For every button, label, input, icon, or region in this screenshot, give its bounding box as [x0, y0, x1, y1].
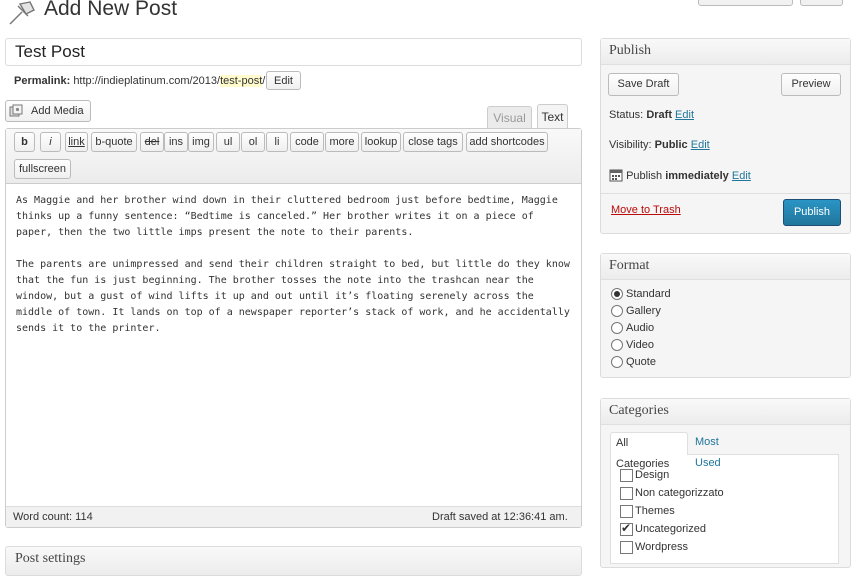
category-checkbox-wordpress[interactable] [620, 541, 633, 554]
category-checkbox-design[interactable] [620, 469, 633, 482]
status-edit-link[interactable]: Edit [675, 109, 694, 121]
editor-paragraph: The parents are unimpressed and send the… [16, 259, 570, 334]
qt-italic-button[interactable]: i [40, 132, 61, 152]
qt-ol-button[interactable]: ol [241, 132, 265, 152]
category-checkbox-non-categorizzato[interactable] [620, 487, 633, 500]
save-draft-button[interactable]: Save Draft [608, 73, 679, 96]
screen-options-button[interactable] [698, 0, 793, 6]
format-radio-quote[interactable] [611, 356, 623, 368]
category-label: Design [635, 469, 670, 481]
permalink-trail: / [262, 75, 266, 87]
qt-li-button[interactable]: li [266, 132, 288, 152]
permalink-base: http://indieplatinum.com/2013/ [73, 75, 221, 87]
category-label: Themes [635, 505, 675, 517]
post-settings-title: Post settings [15, 551, 86, 566]
schedule-label: Publish [626, 170, 663, 182]
permalink-edit-button[interactable]: Edit [266, 71, 301, 90]
publish-actions-divider [601, 193, 850, 194]
schedule-value: immediately [665, 170, 729, 182]
permalink-label: Permalink: [14, 75, 71, 87]
tab-all-categories[interactable]: All Categories [610, 432, 688, 470]
qt-blockquote-button[interactable]: b-quote [91, 132, 137, 152]
format-label-quote: Quote [626, 356, 656, 368]
category-label: Non categorizzato [635, 487, 724, 499]
format-label-video: Video [626, 339, 654, 351]
qt-ul-button[interactable]: ul [216, 132, 240, 152]
tab-text[interactable]: Text [537, 104, 568, 128]
calendar-icon [609, 169, 623, 182]
media-icon [9, 104, 23, 117]
qt-add-shortcodes-button[interactable]: add shortcodes [466, 132, 548, 152]
permalink-slug[interactable]: test-post [220, 75, 263, 87]
category-label: Wordpress [635, 541, 688, 553]
post-settings-box[interactable] [5, 546, 582, 576]
qt-fullscreen-button[interactable]: fullscreen [14, 159, 71, 179]
tab-most-used[interactable]: Most Used [690, 432, 750, 469]
qt-del-button[interactable]: del [140, 132, 164, 152]
page-title: Add New Post [44, 0, 178, 20]
category-label: Uncategorized [635, 523, 706, 535]
category-checkbox-uncategorized[interactable] [620, 521, 633, 536]
qt-code-button[interactable]: code [290, 132, 324, 152]
help-button[interactable] [800, 0, 843, 6]
format-label-gallery: Gallery [626, 305, 661, 317]
qt-lookup-button[interactable]: lookup [361, 132, 401, 152]
format-radio-audio[interactable] [611, 322, 623, 334]
status-label: Status: [609, 109, 644, 121]
publish-button[interactable]: Publish [783, 199, 841, 226]
pushpin-icon [9, 1, 35, 25]
schedule-edit-link[interactable]: Edit [732, 170, 751, 182]
publish-box-title: Publish [609, 43, 652, 58]
post-title-input[interactable]: Test Post [5, 38, 582, 66]
quicktags-toolbar: b i link b-quote del ins img ul ol li co… [6, 129, 581, 184]
draft-saved-status: Draft saved at 12:36:41 am. [432, 511, 568, 523]
status-value: Draft [646, 109, 672, 121]
category-checkbox-themes[interactable] [620, 505, 633, 518]
schedule-row: Publish immediately Edit [609, 168, 751, 182]
format-radio-gallery[interactable] [611, 305, 623, 317]
format-radio-video[interactable] [611, 339, 623, 351]
tab-visual[interactable]: Visual [487, 106, 532, 128]
qt-link-button[interactable]: link [65, 132, 88, 152]
format-label-standard: Standard [626, 288, 671, 300]
format-radio-standard[interactable] [611, 288, 623, 300]
status-row: Status: Draft Edit [609, 109, 694, 121]
format-label-audio: Audio [626, 322, 655, 334]
format-box-title: Format [609, 258, 650, 273]
permalink: Permalink: http://indieplatinum.com/2013… [14, 74, 265, 88]
editor-textarea[interactable]: As Maggie and her brother wind down in t… [16, 193, 571, 353]
qt-close-tags-button[interactable]: close tags [403, 132, 463, 152]
word-count: Word count: 114 [13, 511, 93, 523]
editor-paragraph: As Maggie and her brother wind down in t… [16, 195, 558, 238]
categories-box-title: Categories [609, 403, 669, 418]
visibility-edit-link[interactable]: Edit [691, 139, 710, 151]
visibility-value: Public [654, 139, 688, 151]
move-to-trash-link[interactable]: Move to Trash [611, 204, 681, 216]
visibility-row: Visibility: Public Edit [609, 139, 710, 151]
visibility-label: Visibility: [609, 139, 652, 151]
qt-img-button[interactable]: img [188, 132, 214, 152]
qt-bold-button[interactable]: b [14, 132, 35, 152]
qt-more-button[interactable]: more [325, 132, 359, 152]
qt-ins-button[interactable]: ins [164, 132, 188, 152]
preview-button[interactable]: Preview [781, 73, 841, 96]
